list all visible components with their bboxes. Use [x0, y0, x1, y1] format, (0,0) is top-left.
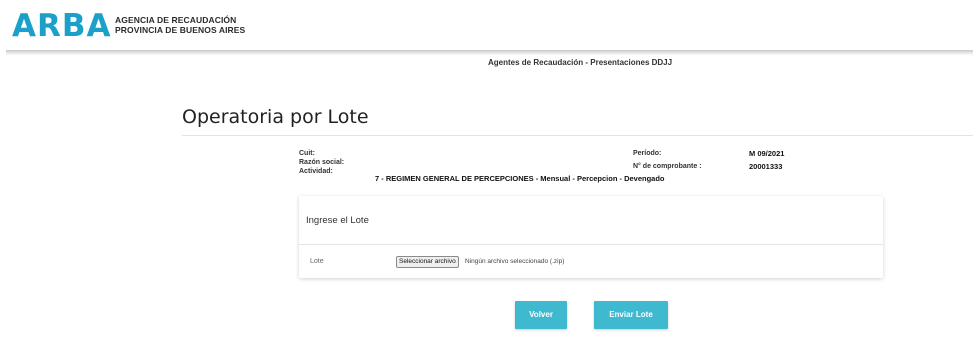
cuit-label: Cuit: [299, 150, 315, 157]
select-file-button[interactable]: Seleccionar archivo [396, 256, 459, 268]
agency-name: AGENCIA DE RECAUDACIÓN PROVINCIA DE BUEN… [115, 15, 245, 35]
comprobante-value: 20001333 [749, 162, 783, 171]
file-status: Ningún archivo seleccionado (.zip) [465, 258, 565, 265]
agency-line-2: PROVINCIA DE BUENOS AIRES [115, 25, 246, 35]
header-divider [6, 50, 973, 56]
razon-social-label: Razón social: [299, 159, 345, 166]
arba-logo[interactable]: ARBA [12, 9, 111, 43]
card-title: Ingrese el Lote [306, 215, 369, 226]
agency-line-1: AGENCIA DE RECAUDACIÓN [115, 15, 237, 25]
volver-button[interactable]: Volver [515, 301, 567, 329]
title-divider [182, 135, 973, 136]
lote-label: Lote [310, 258, 324, 265]
comprobante-label: N° de comprobante : [633, 163, 702, 170]
card-divider [299, 244, 883, 245]
actividad-label: Actividad: [299, 168, 333, 175]
section-subtitle: Agentes de Recaudación - Presentaciones … [488, 58, 673, 67]
header: ARBA AGENCIA DE RECAUDACIÓN PROVINCIA DE… [0, 0, 973, 52]
lote-card: Ingrese el Lote Lote Seleccionar archivo… [299, 196, 883, 278]
actividad-value: 7 - REGIMEN GENERAL DE PERCEPCIONES - Me… [375, 174, 665, 183]
page-title: Operatoria por Lote [182, 106, 369, 128]
periodo-label: Período: [633, 150, 662, 157]
enviar-lote-button[interactable]: Enviar Lote [594, 301, 668, 329]
periodo-value: M 09/2021 [749, 149, 785, 158]
